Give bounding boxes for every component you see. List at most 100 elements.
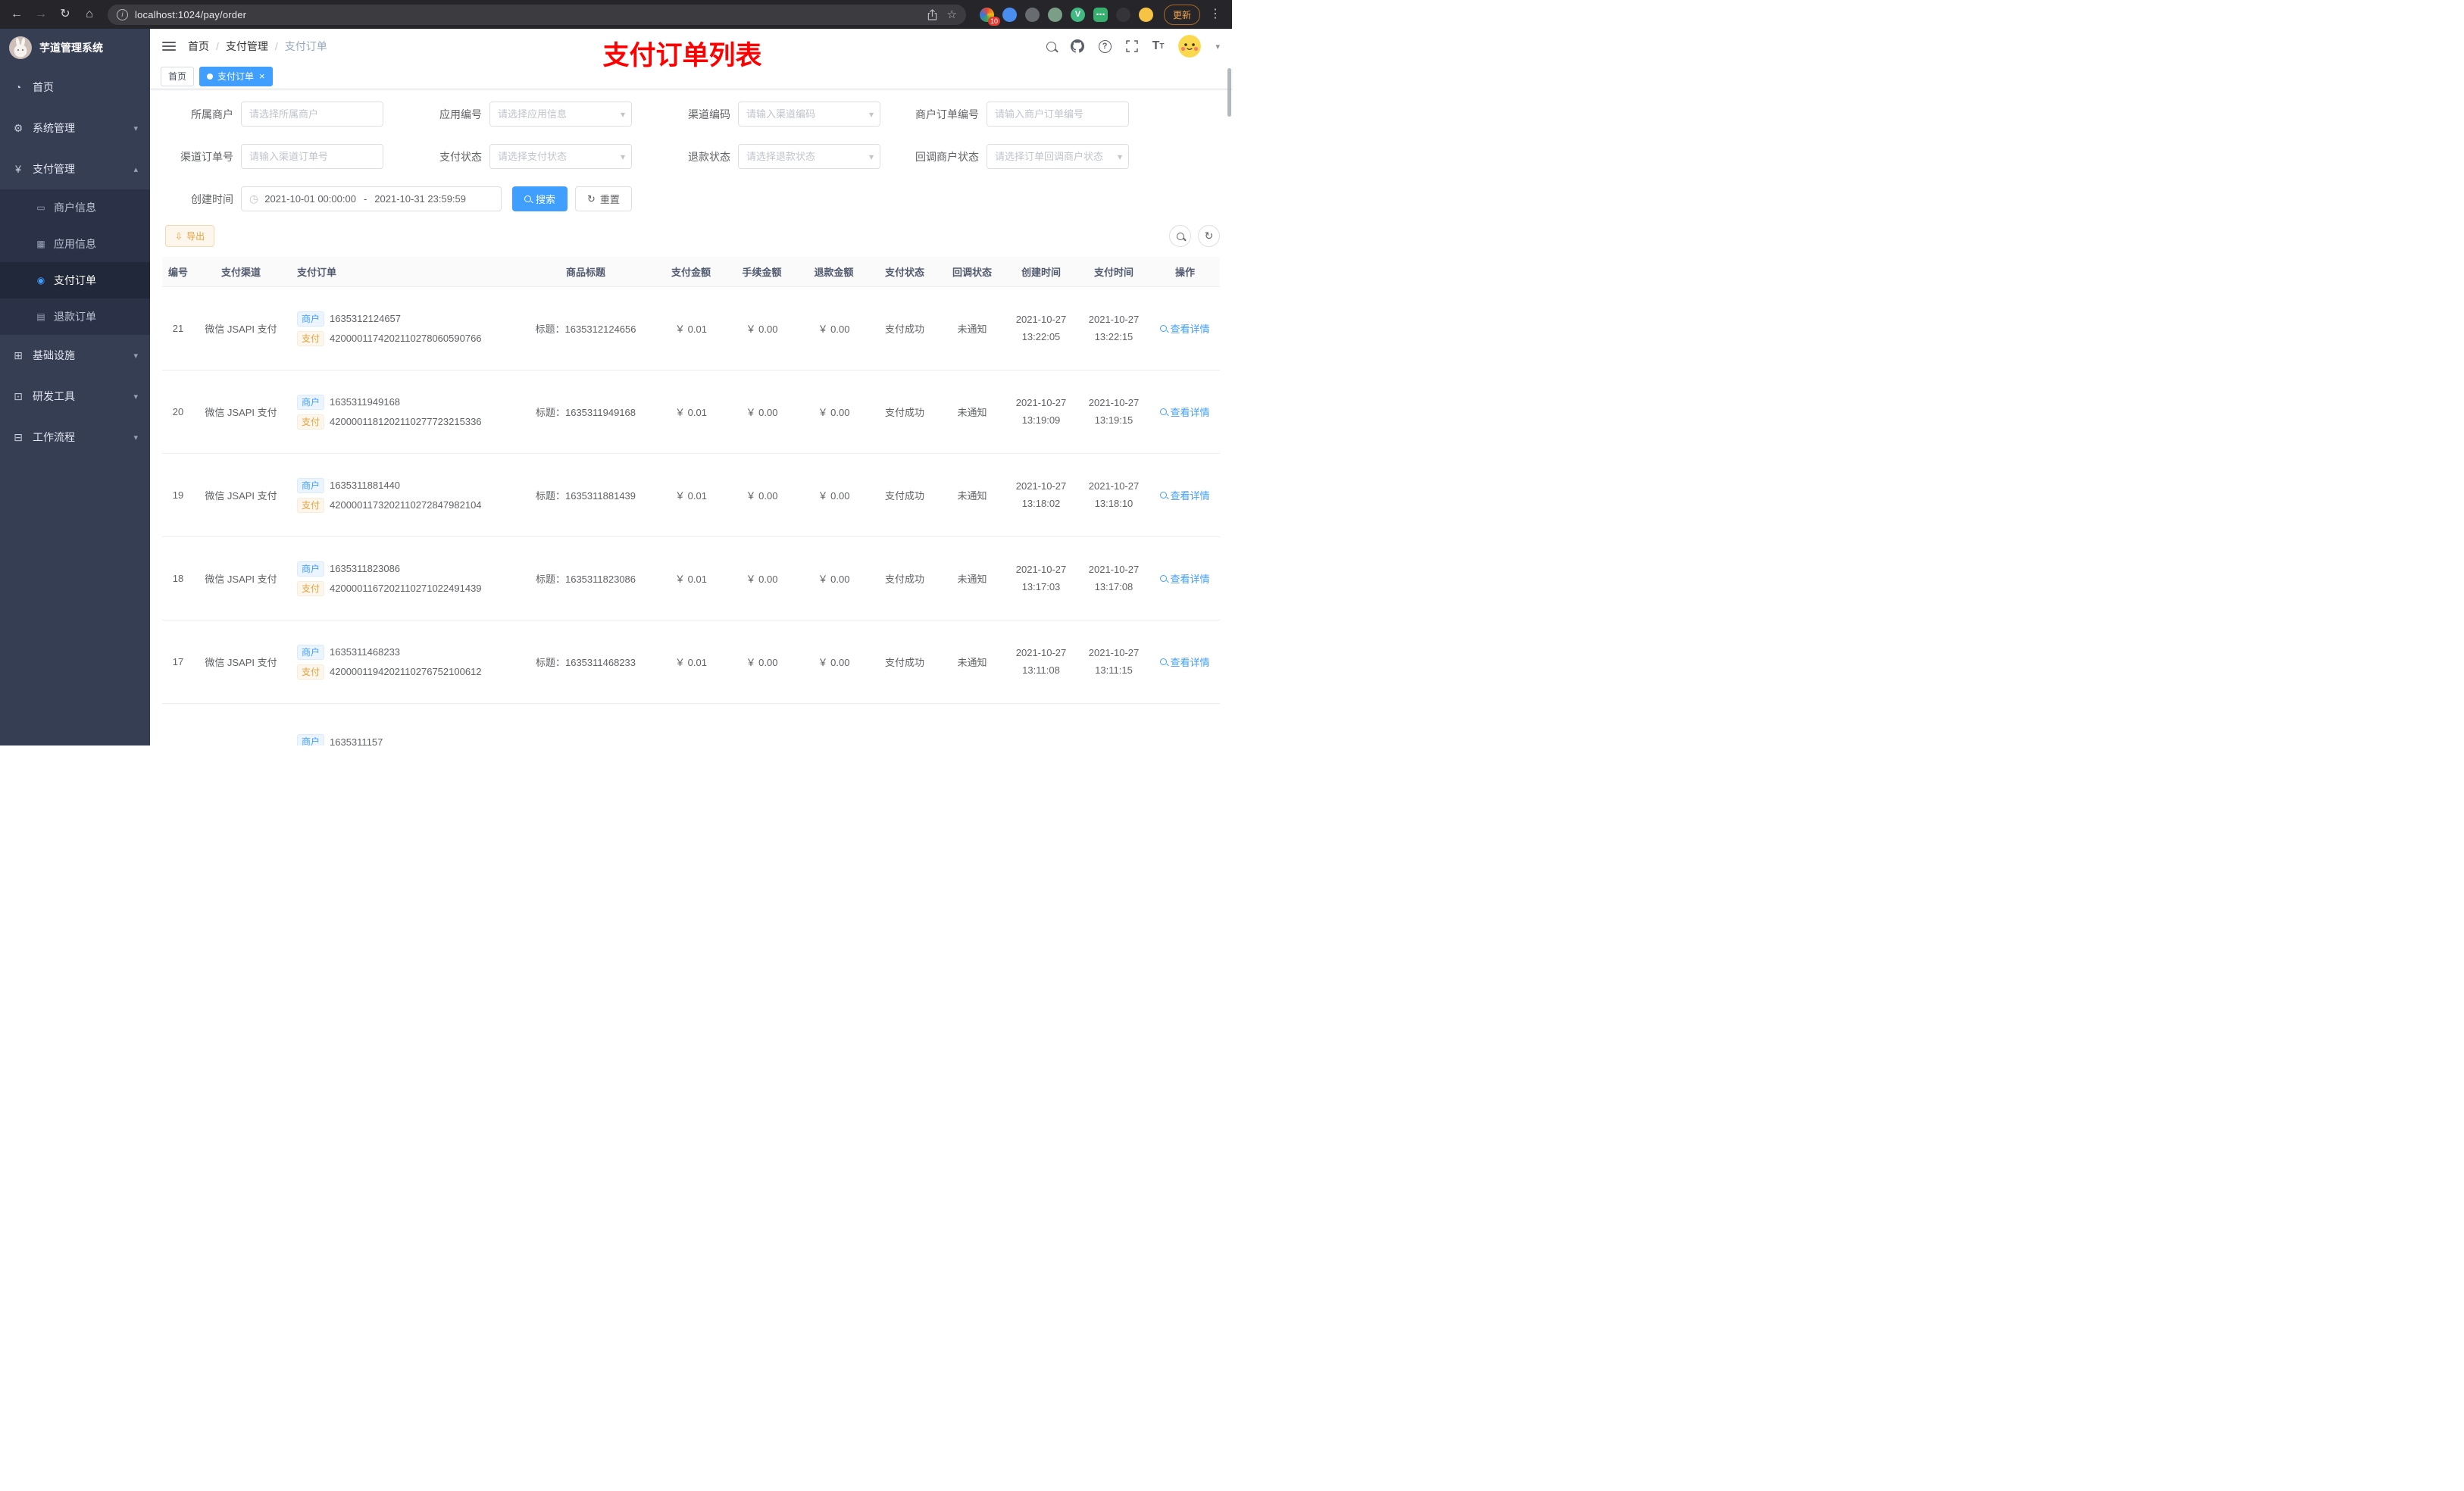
- sidebar-item-payment[interactable]: ¥ 支付管理 ▴: [0, 148, 150, 189]
- merchant-badge: 商户: [297, 311, 325, 327]
- sidebar-item-infrastructure[interactable]: ⊞ 基础设施 ▾: [0, 335, 150, 376]
- sidebar-item-pay-order[interactable]: ◉ 支付订单: [0, 262, 150, 299]
- refresh-button[interactable]: ↻: [1198, 225, 1220, 247]
- column-header-create-time: 创建时间: [1021, 267, 1061, 278]
- sidebar-item-merchant-info[interactable]: ▭ 商户信息: [0, 189, 150, 226]
- view-detail-link[interactable]: 查看详情: [1160, 655, 1210, 669]
- address-bar[interactable]: i localhost:1024/pay/order ☆: [108, 4, 966, 25]
- app-no-select[interactable]: [489, 102, 632, 127]
- cell-id: 20: [172, 406, 184, 417]
- share-icon[interactable]: [927, 8, 937, 20]
- cell-id: 17: [172, 656, 184, 667]
- cell-pay-order: 商户 1635311823086 支付 42000011672021102710…: [288, 557, 515, 601]
- cell-id: 19: [172, 489, 184, 501]
- breadcrumb-separator: /: [216, 40, 219, 52]
- cell-pay-time: 2021-10-27 13:11:15: [1088, 647, 1140, 676]
- sidebar-item-devtools[interactable]: ⊡ 研发工具 ▾: [0, 376, 150, 417]
- sidebar-item-home[interactable]: ◔ 首页: [0, 67, 150, 108]
- column-header-channel: 支付渠道: [220, 267, 261, 278]
- payment-submenu: ▭ 商户信息 ▦ 应用信息 ◉ 支付订单 ▤ 退款订单: [0, 189, 150, 335]
- sidebar-item-refund-order[interactable]: ▤ 退款订单: [0, 299, 150, 335]
- gray-extension-icon[interactable]: [1024, 7, 1040, 22]
- pin-extension-icon[interactable]: [1115, 7, 1130, 22]
- column-header-notify: 回调状态: [952, 267, 992, 278]
- view-detail-link[interactable]: 查看详情: [1160, 405, 1210, 419]
- scrollbar-thumb[interactable]: [1227, 68, 1231, 117]
- app-title: 芋道管理系统: [39, 42, 103, 54]
- magnifier-icon: [1176, 232, 1184, 240]
- close-icon[interactable]: ×: [259, 70, 265, 82]
- reset-button[interactable]: ↻ 重置: [575, 186, 632, 211]
- cell-channel: 微信 JSAPI 支付: [205, 490, 277, 502]
- breadcrumb-pay-manage[interactable]: 支付管理: [226, 39, 268, 54]
- font-size-icon[interactable]: TT: [1152, 39, 1165, 53]
- cell-status: 支付成功: [884, 490, 924, 502]
- menu-label: 基础设施: [33, 349, 75, 361]
- question-icon[interactable]: ?: [1098, 39, 1112, 53]
- browser-menu-icon[interactable]: ⋮: [1206, 8, 1224, 20]
- sidebar-item-system[interactable]: ⚙ 系统管理 ▾: [0, 108, 150, 148]
- vue-devtools-icon[interactable]: V: [1070, 7, 1085, 22]
- cell-refund: ￥ 0.00: [818, 490, 850, 502]
- magnifier-icon: [524, 195, 531, 202]
- channel-order-no-input[interactable]: [241, 144, 383, 169]
- menu-label: 商户信息: [54, 202, 96, 214]
- github-icon[interactable]: [1070, 39, 1084, 53]
- create-time-range-picker[interactable]: ◷ 2021-10-01 00:00:00 - 2021-10-31 23:59…: [241, 186, 502, 211]
- pay-status-select[interactable]: [489, 144, 632, 169]
- merchant-badge: 商户: [297, 734, 325, 746]
- cell-status: 支付成功: [884, 574, 924, 585]
- cell-channel: 微信 JSAPI 支付: [205, 657, 277, 668]
- channel-code-select[interactable]: [738, 102, 880, 127]
- chevron-down-icon: ▾: [133, 123, 138, 133]
- site-info-icon[interactable]: i: [117, 8, 128, 20]
- sidebar-item-workflow[interactable]: ⊟ 工作流程 ▾: [0, 417, 150, 458]
- sidebar: 芋道管理系统 ◔ 首页 ⚙ 系统管理 ▾ ¥ 支付管理 ▴ ▭ 商户信息 ▦ 应…: [0, 29, 150, 746]
- search-button-label: 搜索: [536, 194, 556, 205]
- cell-notify: 未通知: [957, 324, 987, 335]
- smiley-extension-icon[interactable]: [1138, 7, 1153, 22]
- view-detail-link[interactable]: 查看详情: [1160, 321, 1210, 336]
- user-avatar[interactable]: [1178, 35, 1202, 58]
- search-button[interactable]: 搜索: [512, 186, 568, 211]
- channel-order-no: 4200001181202110277723215336: [330, 416, 482, 427]
- forward-button[interactable]: →: [32, 8, 50, 20]
- document-icon: ▤: [36, 311, 45, 322]
- reload-button[interactable]: ↻: [56, 8, 74, 20]
- toggle-search-button[interactable]: [1169, 225, 1191, 247]
- merchant-order-no: 1635311157: [330, 736, 383, 746]
- view-detail-label: 查看详情: [1170, 324, 1210, 335]
- merchant-badge: 商户: [297, 477, 325, 493]
- chat-extension-icon[interactable]: ⋯: [1093, 7, 1108, 22]
- view-detail-link[interactable]: 查看详情: [1160, 488, 1210, 502]
- caret-down-icon[interactable]: ▾: [1215, 42, 1220, 52]
- notify-status-select[interactable]: [987, 144, 1129, 169]
- cell-refund: ￥ 0.00: [818, 574, 850, 585]
- pay-badge: 支付: [297, 330, 325, 346]
- update-button[interactable]: 更新: [1163, 4, 1200, 25]
- export-button[interactable]: ⇩ 导出: [165, 225, 215, 247]
- tab-pay-order[interactable]: 支付订单 ×: [199, 66, 273, 86]
- search-icon[interactable]: [1046, 41, 1056, 52]
- refund-status-select[interactable]: [738, 144, 880, 169]
- export-button-label: 导出: [186, 231, 205, 242]
- sidebar-item-app-info[interactable]: ▦ 应用信息: [0, 226, 150, 262]
- breadcrumb-home[interactable]: 首页: [188, 39, 209, 54]
- view-detail-link[interactable]: 查看详情: [1160, 571, 1210, 586]
- back-button[interactable]: ←: [8, 8, 26, 20]
- blue-extension-icon[interactable]: [1002, 7, 1017, 22]
- merchant-order-no-input[interactable]: [987, 102, 1129, 127]
- merchant-filter-input[interactable]: [241, 102, 383, 127]
- filter-label-create-time: 创建时间: [191, 192, 233, 205]
- pay-badge: 支付: [297, 497, 325, 513]
- magnifier-icon: [1160, 492, 1168, 499]
- fullscreen-icon[interactable]: [1125, 40, 1138, 52]
- pay-badge: 支付: [297, 414, 325, 430]
- magnifier-icon: [1160, 325, 1168, 332]
- tab-home[interactable]: 首页: [161, 66, 195, 86]
- home-button[interactable]: ⌂: [80, 8, 98, 20]
- green-extension-icon[interactable]: [1047, 7, 1062, 22]
- bookmark-star-icon[interactable]: ☆: [947, 8, 957, 21]
- sidebar-toggle-icon[interactable]: [162, 39, 176, 53]
- colorful-extension-icon[interactable]: 10: [979, 7, 1000, 26]
